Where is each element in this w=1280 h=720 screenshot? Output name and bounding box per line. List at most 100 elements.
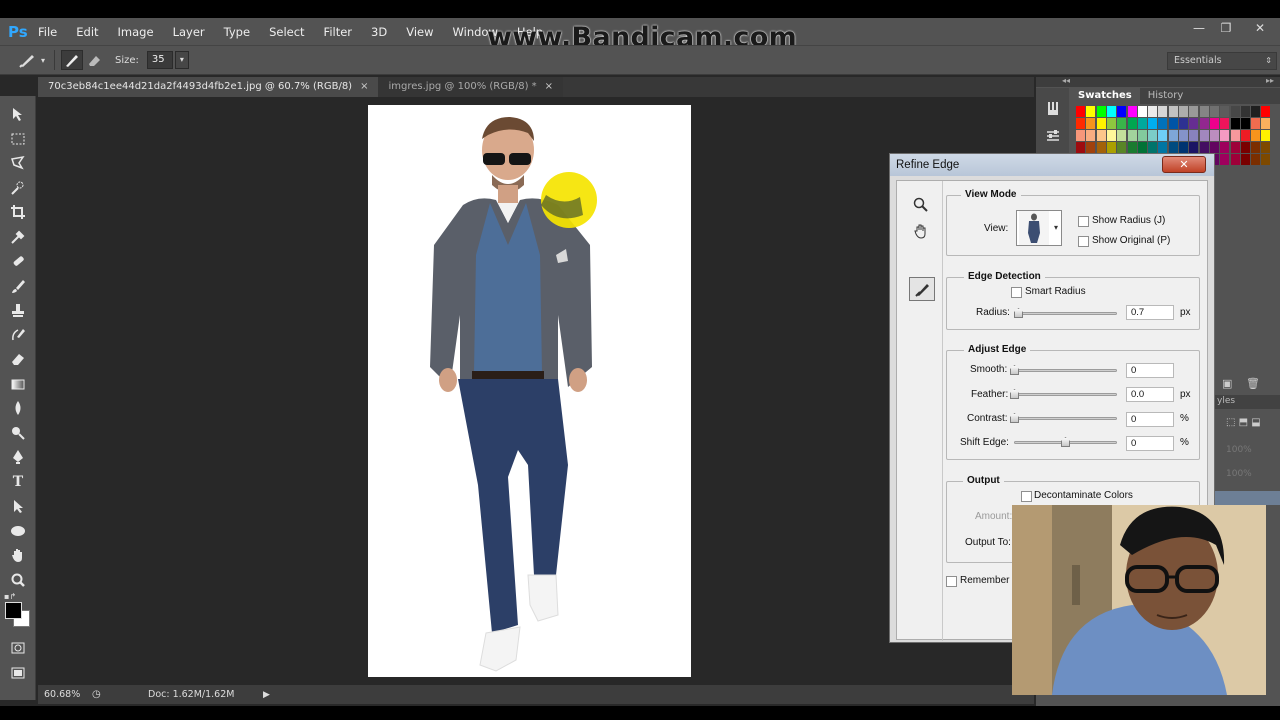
adjustments-icon[interactable] xyxy=(1045,128,1061,147)
swatch[interactable] xyxy=(1106,106,1116,117)
smooth-slider[interactable] xyxy=(1014,369,1117,372)
gradient-tool-icon[interactable] xyxy=(0,372,36,397)
selected-layer-row[interactable] xyxy=(1208,491,1280,505)
close-tab-icon[interactable]: × xyxy=(360,81,368,92)
swatch[interactable] xyxy=(1240,106,1250,117)
swatch[interactable] xyxy=(1096,142,1106,153)
hand-tool-icon[interactable] xyxy=(0,543,36,568)
swatch[interactable] xyxy=(1220,118,1230,129)
tab-swatches[interactable]: Swatches xyxy=(1070,88,1140,104)
swatch[interactable] xyxy=(1251,142,1261,153)
swatch[interactable] xyxy=(1230,154,1240,165)
swatch[interactable] xyxy=(1189,106,1199,117)
menu-view[interactable]: View xyxy=(406,25,433,39)
swatch[interactable] xyxy=(1086,130,1096,141)
swatch[interactable] xyxy=(1076,130,1085,141)
swatch[interactable] xyxy=(1261,154,1271,165)
blur-tool-icon[interactable] xyxy=(0,396,36,421)
swatch[interactable] xyxy=(1261,118,1271,129)
menu-select[interactable]: Select xyxy=(269,25,304,39)
swatch[interactable] xyxy=(1117,142,1127,153)
zoom-icon[interactable] xyxy=(913,197,929,216)
screen-mode-icon[interactable] xyxy=(0,661,36,686)
menu-layer[interactable]: Layer xyxy=(173,25,205,39)
swatch[interactable] xyxy=(1117,106,1127,117)
swatch[interactable] xyxy=(1127,130,1137,141)
swatch[interactable] xyxy=(1230,106,1240,117)
menu-file[interactable]: File xyxy=(38,25,57,39)
swatch[interactable] xyxy=(1086,118,1096,129)
contrast-slider[interactable] xyxy=(1014,417,1117,420)
type-tool-icon[interactable]: T xyxy=(0,470,36,495)
swatch[interactable] xyxy=(1240,154,1250,165)
swatch[interactable] xyxy=(1220,142,1230,153)
path-selection-tool-icon[interactable] xyxy=(0,494,36,519)
swatch[interactable] xyxy=(1096,106,1106,117)
swatch[interactable] xyxy=(1199,118,1209,129)
workspace-switcher[interactable]: Essentials ⇕ xyxy=(1167,52,1277,70)
quick-mask-icon[interactable] xyxy=(0,636,36,661)
default-colors-icon[interactable]: ▪↱ xyxy=(4,592,16,601)
swatch[interactable] xyxy=(1261,106,1271,117)
swatch[interactable] xyxy=(1137,142,1147,153)
swatch[interactable] xyxy=(1137,130,1147,141)
swatch[interactable] xyxy=(1127,142,1137,153)
show-original-checkbox[interactable] xyxy=(1078,236,1089,247)
swatch[interactable] xyxy=(1179,106,1188,117)
tool-preset-dropdown-icon[interactable]: ▾ xyxy=(38,50,48,70)
swatch[interactable] xyxy=(1086,142,1096,153)
swatch[interactable] xyxy=(1158,106,1168,117)
swatch[interactable] xyxy=(1168,118,1178,129)
menu-3d[interactable]: 3D xyxy=(371,25,387,39)
refine-radius-tool-icon[interactable] xyxy=(16,50,38,70)
refine-radius-icon[interactable] xyxy=(61,50,83,70)
swatch[interactable] xyxy=(1127,118,1137,129)
close-tab-icon[interactable]: × xyxy=(545,81,553,92)
feather-slider[interactable] xyxy=(1014,393,1117,396)
marquee-tool-icon[interactable] xyxy=(0,127,36,152)
swatch[interactable] xyxy=(1230,130,1240,141)
brush-tool-icon[interactable] xyxy=(0,274,36,299)
show-radius-checkbox[interactable] xyxy=(1078,216,1089,227)
swatch[interactable] xyxy=(1106,142,1116,153)
dodge-tool-icon[interactable] xyxy=(0,421,36,446)
menu-image[interactable]: Image xyxy=(118,25,154,39)
swatch[interactable] xyxy=(1261,130,1271,141)
new-swatch-icon[interactable]: ▣ xyxy=(1222,377,1232,390)
swatch[interactable] xyxy=(1127,106,1137,117)
swatch[interactable] xyxy=(1137,118,1147,129)
radius-slider[interactable] xyxy=(1015,312,1117,315)
ellipse-tool-icon[interactable] xyxy=(0,519,36,544)
swatch[interactable] xyxy=(1179,142,1188,153)
size-input[interactable]: 35 xyxy=(146,51,173,69)
swatch[interactable] xyxy=(1220,154,1230,165)
swatch[interactable] xyxy=(1179,118,1188,129)
swatch[interactable] xyxy=(1251,118,1261,129)
minimize-button[interactable]: — xyxy=(1185,18,1213,40)
swatch[interactable] xyxy=(1230,118,1240,129)
swatch[interactable] xyxy=(1106,118,1116,129)
swatch[interactable] xyxy=(1076,118,1085,129)
swatch[interactable] xyxy=(1209,106,1219,117)
zoom-tool-icon[interactable] xyxy=(0,568,36,593)
swatch[interactable] xyxy=(1240,118,1250,129)
move-tool-icon[interactable] xyxy=(0,102,36,127)
swatch[interactable] xyxy=(1240,142,1250,153)
quick-selection-tool-icon[interactable] xyxy=(0,176,36,201)
menu-filter[interactable]: Filter xyxy=(324,25,352,39)
foreground-color-swatch[interactable] xyxy=(5,602,22,619)
history-brush-tool-icon[interactable] xyxy=(0,323,36,348)
smooth-input[interactable]: 0 xyxy=(1126,363,1174,378)
smart-radius-checkbox[interactable] xyxy=(1011,287,1022,298)
eyedropper-tool-icon[interactable] xyxy=(0,225,36,250)
swatch[interactable] xyxy=(1209,130,1219,141)
close-app-button[interactable]: ✕ xyxy=(1246,18,1274,40)
swatch[interactable] xyxy=(1158,130,1168,141)
swatch[interactable] xyxy=(1148,106,1158,117)
contrast-input[interactable]: 0 xyxy=(1126,412,1174,427)
swatch[interactable] xyxy=(1199,130,1209,141)
zoom-level[interactable]: 60.68% xyxy=(44,689,88,700)
swatch[interactable] xyxy=(1251,130,1261,141)
swatch[interactable] xyxy=(1076,142,1085,153)
swatch[interactable] xyxy=(1148,142,1158,153)
